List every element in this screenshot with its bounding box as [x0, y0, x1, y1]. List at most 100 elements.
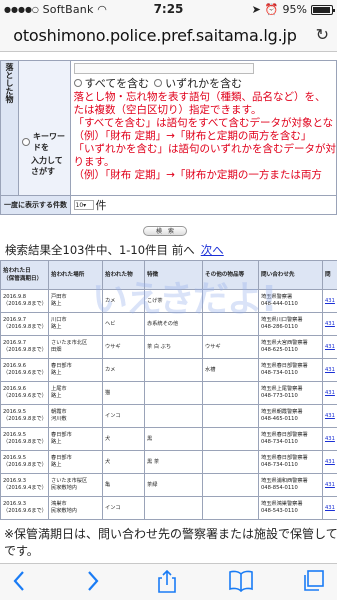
result-count-text: 検索結果全103件中、1-10件目 前へ	[5, 243, 195, 257]
found-item-cell: 犬	[102, 427, 145, 451]
contact-cell: 埼玉県浦和西警察署 048-854-0110	[258, 473, 323, 497]
keyword-input[interactable]	[73, 63, 254, 74]
match-all-radio[interactable]	[73, 79, 82, 87]
browser-toolbar	[0, 563, 337, 600]
match-any-radio[interactable]	[154, 79, 163, 87]
contact-cell: 埼玉県春日部警察署 048-734-0110	[258, 358, 323, 382]
forward-icon[interactable]	[86, 570, 100, 592]
found-item-cell: インコ	[102, 496, 145, 520]
detail-link-cell[interactable]: 431	[322, 404, 337, 428]
other-items-cell	[202, 312, 259, 336]
section-label: 落とした物	[5, 63, 14, 103]
contact-cell: 埼玉県警察署 048-444-0110	[258, 289, 323, 313]
next-page-link[interactable]: 次へ	[201, 243, 224, 257]
contact-cell: 埼玉県上尾警察署 048-773-0110	[258, 381, 323, 405]
reload-icon[interactable]: ↻	[316, 25, 329, 44]
url-text[interactable]: otoshimono.police.pref.saitama.lg.jp	[0, 26, 310, 45]
table-row[interactable]: 2016.9.8 （2016.9.8まで） 戸田市 路上 カメ こげ茶 埼玉県警察署 0…	[0, 289, 337, 313]
found-date-cell: 2016.9.8 （2016.9.8まで）	[0, 289, 49, 313]
keyword-content-cell: すべてを含む いずれかを含む 落とし物・忘れ物を表す語句（種類、品名など）を、 …	[69, 60, 337, 196]
count-cell: 10 ▾ 件	[69, 195, 337, 215]
keyword-radio[interactable]: キーワードを	[19, 61, 70, 153]
status-right: ➤ ⏰ 95%	[252, 3, 335, 16]
other-items-cell	[202, 496, 259, 520]
table-row[interactable]: 2016.9.3 （2016.9.4まで） さいたま市桜区 民家敷地内亀茶緑 埼玉県…	[0, 473, 337, 497]
results-header-row: 拾われた日 （保管満期日） 拾われた場所 拾われた物 特徴 その他の物品等 問い合わせ先問	[0, 260, 337, 290]
detail-link-cell[interactable]: 431	[322, 496, 337, 520]
found-date-cell: 2016.9.3 （2016.9.6まで）	[0, 496, 49, 520]
found-item-cell: 亀	[102, 473, 145, 497]
other-items-cell	[202, 381, 259, 405]
contact-cell: 埼玉県春日部警察署 048-734-0110	[258, 427, 323, 451]
features-cell	[144, 404, 203, 428]
table-row[interactable]: 2016.9.5 （2016.9.8まで） 春日部市 路上犬黒 茶 埼玉県春日部警察…	[0, 450, 337, 474]
table-row[interactable]: 2016.9.5 （2016.9.8まで） 春日部市 路上犬黒 埼玉県春日部警察署 …	[0, 427, 337, 451]
share-icon[interactable]	[157, 570, 177, 594]
found-date-cell: 2016.9.5 （2016.9.8まで）	[0, 450, 49, 474]
features-cell: こげ茶	[144, 289, 203, 313]
table-row[interactable]: 2016.9.7 （2016.9.8まで） さいたま市北区 田畑 ウサギ茶 白 ぶち…	[0, 335, 337, 359]
detail-link-cell[interactable]: 431	[322, 289, 337, 313]
footnote-line: です。	[4, 544, 39, 558]
found-item-cell: ヘビ	[102, 312, 145, 336]
note-line: たは複数（空白区切り）指定できます。	[73, 104, 262, 116]
column-header: その他の物品等	[202, 260, 259, 290]
column-header: 拾われた日 （保管満期日）	[0, 260, 49, 290]
note-line: 「すべてを含む」は語句をすべて含むデータが対象とな	[73, 117, 334, 129]
found-place-cell: 川口市 路上	[48, 312, 103, 336]
search-form: 落とした物 キーワードを 入力してさがす すべてを含む いずれかを含む 落とし物…	[0, 60, 337, 215]
section-label-cell: 落とした物	[0, 60, 19, 196]
count-suffix: 件	[95, 199, 107, 212]
found-place-cell: 春日部市 路上	[48, 450, 103, 474]
table-row[interactable]: 2016.9.7 （2016.9.8まで） 川口市 路上 ヘビ 赤系統その他 埼玉県川口…	[0, 312, 337, 336]
detail-link-cell[interactable]: 431	[322, 381, 337, 405]
found-date-cell: 2016.9.7 （2016.9.8まで）	[0, 312, 49, 336]
match-any-label[interactable]: いずれかを含む	[165, 75, 242, 91]
features-cell: 赤系統その他	[144, 312, 203, 336]
found-place-cell: 春日部市 路上	[48, 358, 103, 382]
found-item-cell: カメ	[102, 289, 145, 313]
found-item-cell: 猫	[102, 381, 145, 405]
bookmarks-icon[interactable]	[229, 570, 253, 592]
found-place-cell: 朝霞市 河川敷	[48, 404, 103, 428]
results-table: 拾われた日 （保管満期日） 拾われた場所 拾われた物 特徴 その他の物品等 問い合わせ先問…	[0, 260, 337, 520]
features-cell	[144, 496, 203, 520]
found-item-cell: カメ	[102, 358, 145, 382]
column-header: 特徴	[144, 260, 203, 290]
keyword-option-cell: キーワードを 入力してさがす	[18, 60, 71, 196]
keyword-radio-label: キーワードを	[33, 132, 65, 152]
search-button[interactable]: 検 索	[143, 226, 187, 236]
found-item-cell: 犬	[102, 450, 145, 474]
search-notes: 落とし物・忘れ物を表す語句（種類、品名など）を、 たは複数（空白区切り）指定でき…	[73, 91, 336, 182]
match-all-label[interactable]: すべてを含む	[85, 75, 150, 91]
found-date-cell: 2016.9.5 （2016.9.8まで）	[0, 404, 49, 428]
detail-link-cell[interactable]: 431	[322, 312, 337, 336]
found-place-cell: 鴻巣市 民家敷地内	[48, 496, 103, 520]
table-row[interactable]: 2016.9.6 （2016.9.6まで） 上尾市 路上猫 埼玉県上尾警察署 048…	[0, 381, 337, 405]
other-items-cell	[202, 473, 259, 497]
detail-link-cell[interactable]: 431	[322, 473, 337, 497]
keyword-radio-button[interactable]	[22, 138, 30, 146]
detail-link-cell[interactable]: 431	[322, 358, 337, 382]
count-select[interactable]: 10 ▾	[73, 200, 94, 210]
found-place-cell: さいたま市桜区 民家敷地内	[48, 473, 103, 497]
features-cell: 茶 白 ぶち	[144, 335, 203, 359]
battery-level	[313, 6, 331, 13]
alarm-icon: ⏰	[264, 3, 279, 16]
features-cell: 黒 茶	[144, 450, 203, 474]
back-icon[interactable]	[12, 570, 26, 592]
detail-link-cell[interactable]: 431	[322, 335, 337, 359]
count-select-value: 10	[75, 201, 84, 209]
contact-cell: 埼玉県鴻巣警察署 048-543-0110	[258, 496, 323, 520]
other-items-cell: 水槽	[202, 358, 259, 382]
tabs-icon[interactable]	[302, 570, 324, 592]
detail-link-cell[interactable]: 431	[322, 427, 337, 451]
column-header: 拾われた場所	[48, 260, 103, 290]
table-row[interactable]: 2016.9.5 （2016.9.8まで） 朝霞市 河川敷 インコ 埼玉県朝霞警察署 …	[0, 404, 337, 428]
table-row[interactable]: 2016.9.6 （2016.9.6まで） 春日部市 路上 カメ 水槽 埼玉県春日部警察…	[0, 358, 337, 382]
other-items-cell	[202, 289, 259, 313]
table-row[interactable]: 2016.9.3 （2016.9.6まで） 鴻巣市 民家敷地内 インコ 埼玉県鴻巣警察…	[0, 496, 337, 520]
address-bar[interactable]: otoshimono.police.pref.saitama.lg.jp ↻	[0, 18, 337, 52]
found-date-cell: 2016.9.5 （2016.9.8まで）	[0, 427, 49, 451]
detail-link-cell[interactable]: 431	[322, 450, 337, 474]
